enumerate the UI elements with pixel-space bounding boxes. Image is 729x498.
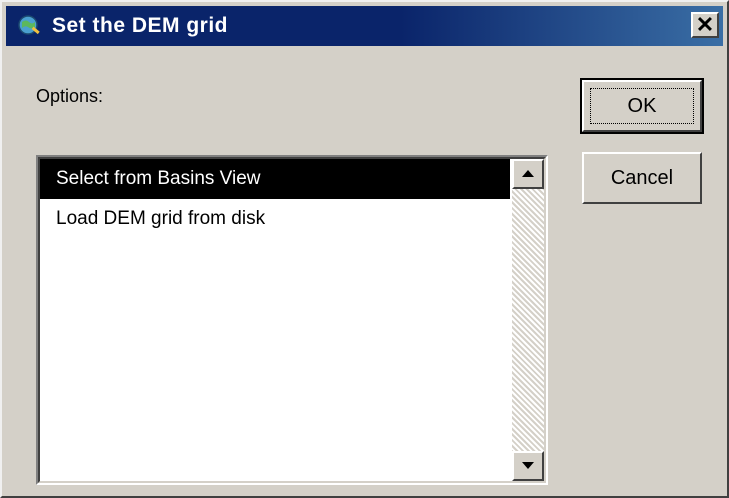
arrow-down-icon [522, 462, 534, 469]
arcview-globe-icon [16, 13, 42, 39]
ok-button[interactable]: OK [580, 78, 704, 134]
vertical-scrollbar[interactable] [512, 159, 544, 481]
title-bar[interactable]: Set the DEM grid ✕ [6, 6, 723, 46]
listbox-frame: Select from Basins View Load DEM grid fr… [38, 157, 546, 483]
list-item-label: Load DEM grid from disk [56, 208, 266, 229]
options-listbox[interactable]: Select from Basins View Load DEM grid fr… [36, 155, 548, 485]
list-item-label: Select from Basins View [56, 168, 261, 189]
list-item-select-from-basins-view[interactable]: Select from Basins View [40, 159, 510, 199]
focus-rectangle [590, 88, 694, 124]
scroll-down-button[interactable] [512, 451, 544, 481]
close-button[interactable]: ✕ [691, 12, 719, 38]
close-icon: ✕ [695, 12, 715, 37]
cancel-button-label: Cancel [610, 166, 674, 189]
arrow-up-icon [522, 170, 534, 177]
cancel-button[interactable]: Cancel [582, 152, 702, 204]
options-label: Options: [36, 86, 104, 106]
scroll-up-button[interactable] [512, 159, 544, 189]
list-item-load-dem-grid-from-disk[interactable]: Load DEM grid from disk [40, 199, 510, 239]
list-items: Select from Basins View Load DEM grid fr… [40, 159, 510, 481]
window-title: Set the DEM grid [52, 14, 229, 37]
dialog-window: Set the DEM grid ✕ Options: OK Cancel Se… [0, 0, 729, 498]
